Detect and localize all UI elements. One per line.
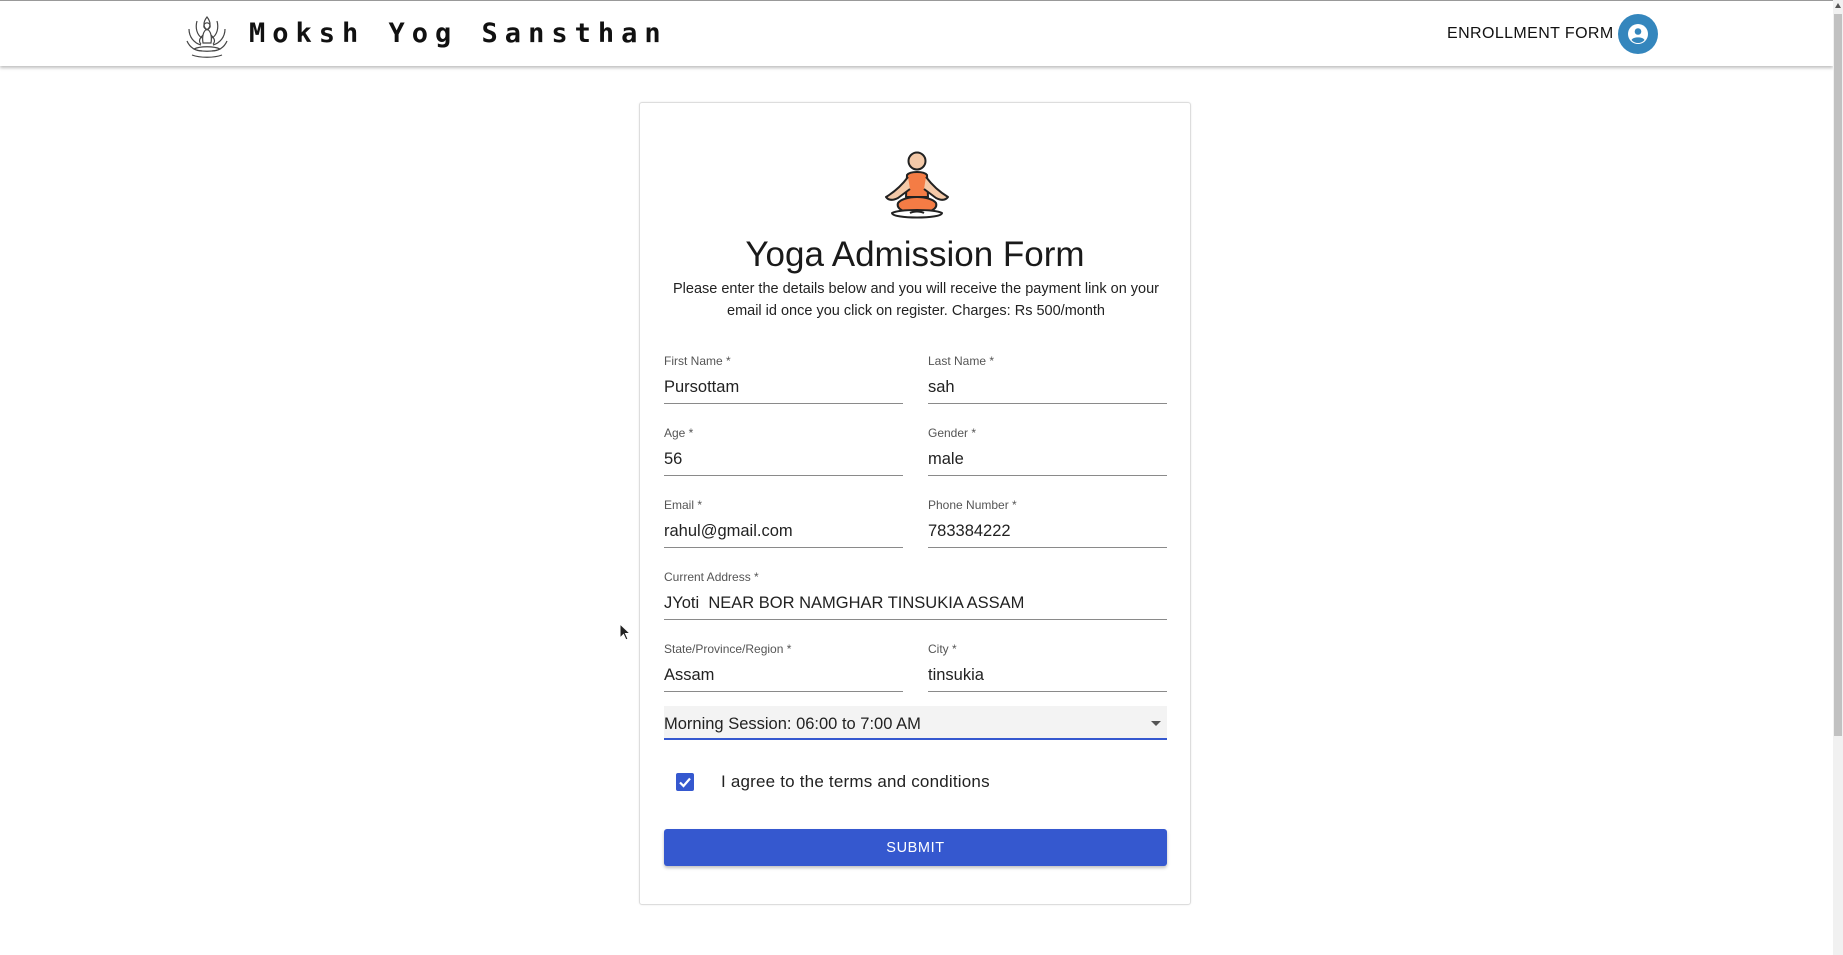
last-name-input[interactable] [928,370,1167,404]
email-field: Email * [664,498,903,548]
scroll-up-arrow-icon[interactable] [1835,3,1841,8]
address-field: Current Address * [664,570,1167,620]
age-input[interactable] [664,442,903,476]
city-label: City * [928,642,957,656]
first-name-input[interactable] [664,370,903,404]
first-name-field: First Name * [664,354,903,404]
app-bar: Moksh Yog Sansthan ENROLLMENT FORM [0,0,1833,66]
user-account-button[interactable] [1618,14,1658,54]
session-select[interactable]: Morning Session: 06:00 to 7:00 AM [664,706,1167,740]
user-circle-icon [1628,24,1648,44]
brand-name: Moksh Yog Sansthan [249,18,668,49]
last-name-label: Last Name * [928,354,995,368]
age-field: Age * [664,426,903,476]
state-field: State/Province/Region * [664,642,903,692]
terms-label: I agree to the terms and conditions [721,772,990,791]
address-input[interactable] [664,586,1167,620]
phone-field: Phone Number * [928,498,1167,548]
terms-agreement[interactable]: I agree to the terms and conditions [676,772,990,792]
submit-button[interactable]: SUBMIT [664,829,1167,866]
mouse-cursor-icon [619,623,631,641]
email-label: Email * [664,498,703,512]
age-label: Age * [664,426,694,440]
phone-label: Phone Number * [928,498,1017,512]
yoga-pose-icon [885,151,949,219]
enrollment-form-link[interactable]: ENROLLMENT FORM [1447,25,1614,43]
address-label: Current Address * [664,570,759,584]
session-selected-value: Morning Session: 06:00 to 7:00 AM [664,715,921,733]
email-input[interactable] [664,514,903,548]
city-input[interactable] [928,658,1167,692]
scrollbar-thumb[interactable] [1834,14,1842,736]
first-name-label: First Name * [664,354,731,368]
gender-label: Gender * [928,426,977,440]
admission-form-card: Yoga Admission Form Please enter the det… [639,102,1191,905]
gender-field: Gender * [928,426,1167,476]
form-description: Please enter the details below and you w… [672,281,1160,319]
chevron-down-icon [1151,721,1161,726]
last-name-field: Last Name * [928,354,1167,404]
state-input[interactable] [664,658,903,692]
form-title: Yoga Admission Form [745,235,1085,274]
terms-checkbox[interactable] [676,773,694,791]
page-scrollbar[interactable] [1833,0,1843,955]
checkmark-icon [679,777,691,788]
lotus-meditation-icon [186,16,228,58]
city-field: City * [928,642,1167,692]
state-label: State/Province/Region * [664,642,792,656]
gender-input[interactable] [928,442,1167,476]
phone-input[interactable] [928,514,1167,548]
